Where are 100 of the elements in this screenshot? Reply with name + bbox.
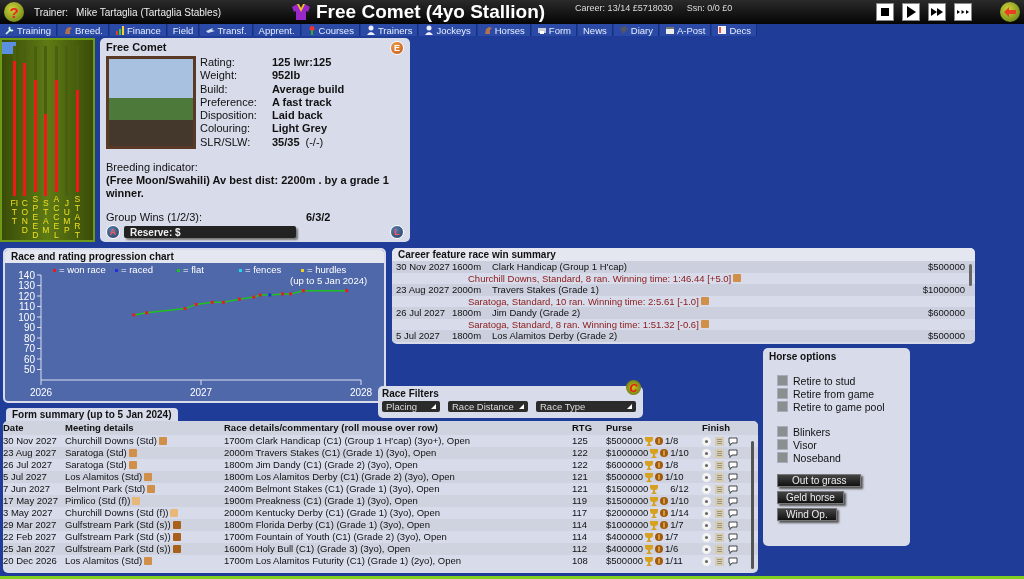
nav-tab[interactable]: Finance [110, 24, 167, 36]
table-cell: Pimlico (Std (f)) [65, 495, 131, 507]
disc-icon[interactable] [702, 544, 711, 554]
stop-icon [881, 8, 889, 16]
nav-tab[interactable]: Decs [712, 24, 758, 36]
stat-value: Light Grey [272, 122, 327, 136]
table-cell-text: 26 Jul 2027 [3, 459, 54, 471]
attribute-label: START [73, 195, 82, 240]
y-tick-label: 70 [23, 343, 35, 354]
table-cell: Los Alamitos (Std) [65, 555, 143, 567]
table-cell-text: 1700m Clark Handicap (C1) (Group 1 H'cap) (3yo+), Open [224, 435, 472, 447]
nav-tab[interactable]: A-Post [659, 24, 712, 36]
nav-tab[interactable]: Form [531, 24, 577, 36]
nav-tab[interactable]: Trainers [360, 24, 419, 36]
race-date: 5 Jul 2027 [396, 330, 441, 342]
disc-icon[interactable] [702, 520, 711, 530]
disc-icon[interactable] [702, 448, 711, 458]
option-button[interactable]: Wind Op. [777, 508, 837, 521]
nav-tab[interactable]: Diary [613, 24, 659, 36]
nav-tab[interactable]: Breed. [58, 24, 109, 36]
table-cell-text: 2400m Belmont Stakes (C1) (Grade 1) (3yo), Open [224, 483, 441, 495]
fast-button[interactable] [928, 3, 946, 21]
table-cell-text: 122 [572, 459, 589, 471]
legend-label: = fences [245, 264, 282, 275]
race-date: 23 Aug 2027 [396, 284, 451, 296]
table-cell: Saratoga (Std) [65, 459, 127, 471]
sheet-icon [717, 25, 728, 35]
table-cell: Belmont Park (Std) [65, 483, 146, 495]
table-cell-text: 17 May 2027 [3, 495, 59, 507]
disc-icon[interactable] [702, 460, 711, 470]
y-tick-label: 90 [23, 322, 35, 333]
checkbox[interactable] [777, 401, 788, 412]
table-cell-text: 5 Jul 2027 [3, 471, 48, 483]
nav-tab[interactable]: News [578, 24, 613, 36]
attribute-label: FITT [10, 199, 19, 226]
x-tick-label: 2028 [349, 387, 373, 398]
checkbox[interactable] [777, 426, 788, 437]
race-name: Los Alamitos Derby (Grade 2) [492, 330, 619, 342]
stat-value: A fast track [272, 95, 332, 110]
nav-tab[interactable]: Courses [301, 24, 360, 36]
jersey-icon [290, 3, 312, 21]
disc-icon[interactable] [702, 532, 711, 542]
nav-tab[interactable]: Apprent. [253, 24, 301, 36]
table-cell-text: 1700m Fountain of Youth (C1) (Grade 2) (3yo), Open [224, 531, 448, 543]
scrollbar[interactable] [751, 441, 754, 569]
race-name: Clark Handicap (Group 1 H'cap) [492, 261, 628, 273]
trophy-icon [645, 556, 653, 566]
nav-tab[interactable]: Training [0, 24, 57, 36]
y-tick-label: 80 [23, 332, 35, 344]
skip-icon [957, 10, 969, 14]
option-button[interactable]: Geld horse [777, 491, 844, 504]
disc-icon[interactable] [702, 472, 711, 482]
skip-button[interactable] [954, 3, 972, 21]
disc-icon[interactable] [702, 556, 711, 566]
disc-icon[interactable] [702, 508, 711, 518]
table-cell-text: 125 [572, 435, 589, 447]
disc-icon[interactable] [702, 496, 711, 506]
table-cell: Los Alamitos (Std) [65, 471, 143, 483]
caret-icon [627, 404, 632, 409]
table-cell-text: 112 [572, 543, 589, 555]
trophy-icon [650, 508, 659, 518]
checkbox[interactable] [777, 439, 788, 450]
checkbox[interactable] [777, 375, 788, 386]
back-button[interactable] [1000, 2, 1020, 22]
table-cell-text: 23 Aug 2027 [3, 447, 58, 459]
stop-button[interactable] [876, 3, 894, 21]
filter-dropdown[interactable]: Placing [382, 401, 440, 412]
checkbox-label: Retire to stud [793, 374, 856, 387]
nav-tab[interactable]: Horses [477, 24, 531, 36]
career-summary: Career: 13/14 £5718030 [575, 3, 673, 13]
disc-icon[interactable] [702, 484, 711, 494]
race-purse: $500000 [927, 261, 965, 273]
season-summary: Ssn: 0/0 £0 [686, 3, 733, 13]
table-cell: $500000 [606, 471, 643, 483]
play-button[interactable] [902, 3, 920, 21]
checkbox[interactable] [777, 388, 788, 399]
y-tick-label: 100 [18, 311, 35, 323]
nav-tab[interactable]: Transf. [200, 24, 253, 36]
table-cell: 1/7 [665, 531, 679, 543]
disc-icon[interactable] [702, 436, 711, 446]
column-header: Finish [702, 421, 731, 435]
race-distance: 1800m [452, 307, 483, 319]
table-cell-text: 29 Mar 2027 [3, 519, 58, 531]
table-cell: Saratoga (Std) [65, 447, 127, 459]
table-cell: $1500000 [606, 483, 649, 495]
nav-tab[interactable]: Jockeys [419, 24, 477, 36]
attribute-label: ACCEL [52, 195, 61, 240]
checkbox[interactable] [777, 452, 788, 463]
arrow-icon [205, 25, 216, 35]
nav-tab[interactable]: Field [167, 24, 200, 36]
filter-dropdown[interactable]: Race Distance [448, 401, 528, 412]
form-summary-tab[interactable]: Form summary (up to 5 Jan 2024) [6, 408, 178, 421]
reserve-field[interactable]: Reserve: $ [124, 226, 296, 238]
summary-title: Career feature race win summary [392, 248, 975, 261]
scrollbar[interactable] [969, 264, 972, 286]
group-wins-label: Group Wins (1/2/3): [106, 211, 203, 223]
option-button[interactable]: Out to grass [777, 474, 862, 487]
y-tick-label: 120 [18, 290, 35, 302]
filter-dropdown[interactable]: Race Type [536, 401, 636, 412]
table-cell: $2000000 [606, 507, 649, 519]
